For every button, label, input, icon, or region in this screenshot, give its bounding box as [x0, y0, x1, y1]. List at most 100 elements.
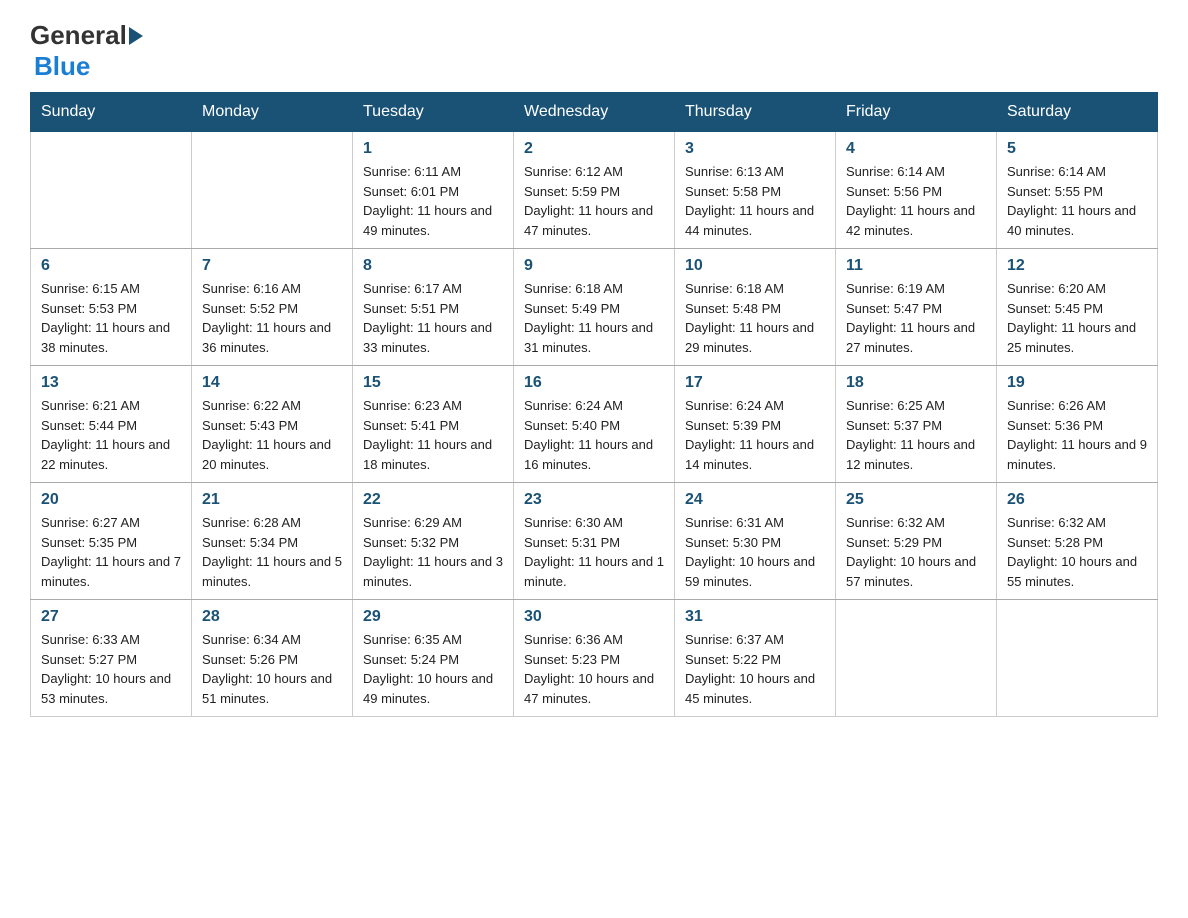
calendar-cell: 31 Sunrise: 6:37 AMSunset: 5:22 PMDayligh… [675, 600, 836, 717]
calendar-cell: 16 Sunrise: 6:24 AMSunset: 5:40 PMDayligh… [514, 366, 675, 483]
day-info: Sunrise: 6:33 AMSunset: 5:27 PMDaylight:… [41, 630, 181, 708]
logo: General Blue [30, 20, 145, 82]
day-info: Sunrise: 6:35 AMSunset: 5:24 PMDaylight:… [363, 630, 503, 708]
calendar-header-friday: Friday [836, 93, 997, 132]
day-number: 22 [363, 491, 503, 509]
day-info: Sunrise: 6:22 AMSunset: 5:43 PMDaylight:… [202, 396, 342, 474]
day-number: 3 [685, 140, 825, 158]
calendar-cell: 22 Sunrise: 6:29 AMSunset: 5:32 PMDayligh… [353, 483, 514, 600]
calendar-cell: 26 Sunrise: 6:32 AMSunset: 5:28 PMDayligh… [997, 483, 1158, 600]
day-number: 31 [685, 608, 825, 626]
day-info: Sunrise: 6:19 AMSunset: 5:47 PMDaylight:… [846, 279, 986, 357]
calendar-header-tuesday: Tuesday [353, 93, 514, 132]
day-info: Sunrise: 6:25 AMSunset: 5:37 PMDaylight:… [846, 396, 986, 474]
day-info: Sunrise: 6:16 AMSunset: 5:52 PMDaylight:… [202, 279, 342, 357]
day-info: Sunrise: 6:31 AMSunset: 5:30 PMDaylight:… [685, 513, 825, 591]
calendar-cell: 29Sunrise: 6:35 AMSunset: 5:24 PMDayligh… [353, 600, 514, 717]
calendar-cell: 20Sunrise: 6:27 AMSunset: 5:35 PMDayligh… [31, 483, 192, 600]
day-info: Sunrise: 6:11 AMSunset: 6:01 PMDaylight:… [363, 162, 503, 240]
calendar-header-monday: Monday [192, 93, 353, 132]
calendar-cell: 4 Sunrise: 6:14 AMSunset: 5:56 PMDaylight… [836, 132, 997, 249]
calendar-cell: 28Sunrise: 6:34 AMSunset: 5:26 PMDayligh… [192, 600, 353, 717]
calendar-cell: 3 Sunrise: 6:13 AMSunset: 5:58 PMDaylight… [675, 132, 836, 249]
calendar-cell: 12 Sunrise: 6:20 AMSunset: 5:45 PMDayligh… [997, 249, 1158, 366]
day-number: 6 [41, 257, 181, 275]
logo-general-part: General [30, 20, 127, 51]
calendar-cell: 1Sunrise: 6:11 AMSunset: 6:01 PMDaylight… [353, 132, 514, 249]
logo-blue-part: Blue [34, 51, 90, 81]
day-info: Sunrise: 6:34 AMSunset: 5:26 PMDaylight:… [202, 630, 342, 708]
calendar-cell: 18 Sunrise: 6:25 AMSunset: 5:37 PMDayligh… [836, 366, 997, 483]
calendar-cell: 5 Sunrise: 6:14 AMSunset: 5:55 PMDaylight… [997, 132, 1158, 249]
day-number: 23 [524, 491, 664, 509]
day-number: 25 [846, 491, 986, 509]
calendar-cell: 27Sunrise: 6:33 AMSunset: 5:27 PMDayligh… [31, 600, 192, 717]
calendar-cell: 14 Sunrise: 6:22 AMSunset: 5:43 PMDayligh… [192, 366, 353, 483]
day-info: Sunrise: 6:13 AMSunset: 5:58 PMDaylight:… [685, 162, 825, 240]
day-info: Sunrise: 6:21 AMSunset: 5:44 PMDaylight:… [41, 396, 181, 474]
day-number: 16 [524, 374, 664, 392]
day-info: Sunrise: 6:37 AMSunset: 5:22 PMDaylight:… [685, 630, 825, 708]
calendar-header-wednesday: Wednesday [514, 93, 675, 132]
day-number: 14 [202, 374, 342, 392]
day-number: 18 [846, 374, 986, 392]
calendar-cell [192, 132, 353, 249]
day-info: Sunrise: 6:28 AMSunset: 5:34 PMDaylight:… [202, 513, 342, 591]
calendar-cell [836, 600, 997, 717]
calendar-table: SundayMondayTuesdayWednesdayThursdayFrid… [30, 92, 1158, 717]
day-info: Sunrise: 6:20 AMSunset: 5:45 PMDaylight:… [1007, 279, 1147, 357]
day-info: Sunrise: 6:14 AMSunset: 5:55 PMDaylight:… [1007, 162, 1147, 240]
day-info: Sunrise: 6:32 AMSunset: 5:28 PMDaylight:… [1007, 513, 1147, 591]
day-number: 12 [1007, 257, 1147, 275]
calendar-cell: 24 Sunrise: 6:31 AMSunset: 5:30 PMDayligh… [675, 483, 836, 600]
day-number: 30 [524, 608, 664, 626]
calendar-cell [997, 600, 1158, 717]
day-info: Sunrise: 6:15 AMSunset: 5:53 PMDaylight:… [41, 279, 181, 357]
day-info: Sunrise: 6:36 AMSunset: 5:23 PMDaylight:… [524, 630, 664, 708]
day-number: 26 [1007, 491, 1147, 509]
calendar-cell: 19Sunrise: 6:26 AMSunset: 5:36 PMDayligh… [997, 366, 1158, 483]
calendar-header-sunday: Sunday [31, 93, 192, 132]
calendar-cell: 17 Sunrise: 6:24 AMSunset: 5:39 PMDayligh… [675, 366, 836, 483]
day-number: 7 [202, 257, 342, 275]
calendar-cell: 2 Sunrise: 6:12 AMSunset: 5:59 PMDaylight… [514, 132, 675, 249]
calendar-cell [31, 132, 192, 249]
calendar-header-thursday: Thursday [675, 93, 836, 132]
calendar-header-saturday: Saturday [997, 93, 1158, 132]
page-header: General Blue [30, 20, 1158, 82]
day-number: 24 [685, 491, 825, 509]
calendar-cell: 10 Sunrise: 6:18 AMSunset: 5:48 PMDayligh… [675, 249, 836, 366]
day-number: 11 [846, 257, 986, 275]
day-info: Sunrise: 6:18 AMSunset: 5:49 PMDaylight:… [524, 279, 664, 357]
calendar-cell: 15Sunrise: 6:23 AMSunset: 5:41 PMDayligh… [353, 366, 514, 483]
calendar-cell: 8 Sunrise: 6:17 AMSunset: 5:51 PMDaylight… [353, 249, 514, 366]
calendar-week-row: 27Sunrise: 6:33 AMSunset: 5:27 PMDayligh… [31, 600, 1158, 717]
day-number: 2 [524, 140, 664, 158]
day-info: Sunrise: 6:12 AMSunset: 5:59 PMDaylight:… [524, 162, 664, 240]
day-info: Sunrise: 6:24 AMSunset: 5:39 PMDaylight:… [685, 396, 825, 474]
day-number: 13 [41, 374, 181, 392]
calendar-week-row: 13 Sunrise: 6:21 AMSunset: 5:44 PMDayligh… [31, 366, 1158, 483]
calendar-cell: 21 Sunrise: 6:28 AMSunset: 5:34 PMDayligh… [192, 483, 353, 600]
calendar-week-row: 1Sunrise: 6:11 AMSunset: 6:01 PMDaylight… [31, 132, 1158, 249]
day-number: 19 [1007, 374, 1147, 392]
day-number: 15 [363, 374, 503, 392]
day-info: Sunrise: 6:32 AMSunset: 5:29 PMDaylight:… [846, 513, 986, 591]
day-number: 8 [363, 257, 503, 275]
day-info: Sunrise: 6:29 AMSunset: 5:32 PMDaylight:… [363, 513, 503, 591]
calendar-cell: 6 Sunrise: 6:15 AMSunset: 5:53 PMDaylight… [31, 249, 192, 366]
calendar-cell: 7 Sunrise: 6:16 AMSunset: 5:52 PMDaylight… [192, 249, 353, 366]
day-info: Sunrise: 6:17 AMSunset: 5:51 PMDaylight:… [363, 279, 503, 357]
day-number: 9 [524, 257, 664, 275]
day-number: 10 [685, 257, 825, 275]
day-info: Sunrise: 6:14 AMSunset: 5:56 PMDaylight:… [846, 162, 986, 240]
day-number: 5 [1007, 140, 1147, 158]
day-info: Sunrise: 6:27 AMSunset: 5:35 PMDaylight:… [41, 513, 181, 591]
day-info: Sunrise: 6:18 AMSunset: 5:48 PMDaylight:… [685, 279, 825, 357]
day-number: 21 [202, 491, 342, 509]
day-number: 17 [685, 374, 825, 392]
day-info: Sunrise: 6:24 AMSunset: 5:40 PMDaylight:… [524, 396, 664, 474]
day-number: 4 [846, 140, 986, 158]
calendar-week-row: 20Sunrise: 6:27 AMSunset: 5:35 PMDayligh… [31, 483, 1158, 600]
day-info: Sunrise: 6:30 AMSunset: 5:31 PMDaylight:… [524, 513, 664, 591]
